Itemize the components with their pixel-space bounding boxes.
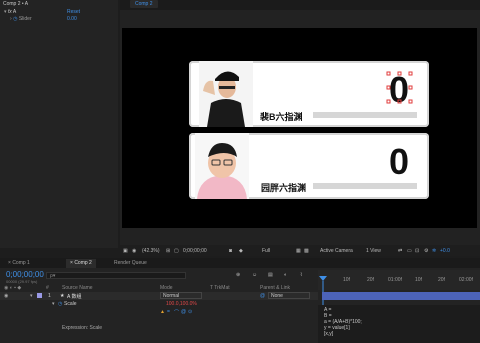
slider-label: Slider: [18, 16, 32, 22]
effect-controls-panel: Comp 2 • A ▾ fx A Reset › ◷ Slider 0.00: [0, 0, 118, 248]
av-features-icon: ◉ ◐ ▪ ◆: [4, 285, 22, 291]
effect-row[interactable]: ▾ fx A: [4, 9, 16, 16]
timeline-search-input[interactable]: ρ▾: [46, 272, 186, 279]
parent-select[interactable]: None: [268, 292, 310, 299]
card-1-name: 裴B六指渊: [260, 112, 303, 122]
exposure-icon[interactable]: ✲: [432, 247, 436, 255]
reset-link[interactable]: Reset: [67, 9, 80, 16]
resolution-select[interactable]: Full: [262, 247, 270, 255]
frame-blending-icon[interactable]: ▤: [268, 272, 273, 278]
chevron-down-icon[interactable]: ▾: [52, 301, 55, 307]
tab-comp-2[interactable]: Comp 2: [130, 0, 158, 8]
layer-name[interactable]: A 数组: [67, 293, 81, 300]
scale-value[interactable]: 100.0,100.0%: [166, 301, 197, 307]
region-icon[interactable]: ▦: [296, 247, 301, 255]
graph-editor-icon[interactable]: ⌇: [300, 272, 302, 278]
slider-value[interactable]: 0.00: [67, 16, 77, 23]
pickwhip-icon[interactable]: @: [260, 293, 265, 299]
current-time[interactable]: 0;00;00;00: [183, 247, 207, 255]
zoom-icon[interactable]: ◉: [132, 247, 136, 255]
shy-icon[interactable]: ☺: [252, 272, 257, 278]
mask-icon[interactable]: ▢: [174, 247, 179, 255]
color-swatch-icon[interactable]: ◆: [239, 247, 243, 255]
viewer-tab-bar: [120, 0, 480, 10]
slider-row[interactable]: › ◷ Slider: [10, 16, 32, 23]
chevron-down-icon[interactable]: ▾: [4, 9, 7, 15]
col-parent[interactable]: Parent & Link: [260, 285, 290, 291]
ruler-tick: 10f: [343, 277, 350, 283]
tab-comp-1[interactable]: × Comp 1: [4, 259, 34, 268]
chevron-right-icon[interactable]: ›: [10, 16, 12, 22]
ruler-tick: 10f: [415, 277, 422, 283]
view-layout-select[interactable]: 1 View: [366, 247, 381, 255]
layer-duration-bar[interactable]: [322, 292, 480, 300]
expression-menu-icon[interactable]: ⊙: [188, 309, 192, 315]
eye-icon[interactable]: ◉: [4, 293, 8, 299]
timeline-icon[interactable]: ⊡: [415, 247, 419, 255]
stopwatch-icon[interactable]: ◷: [13, 16, 17, 22]
timeline-current-time[interactable]: 0;00;00;00: [6, 270, 44, 279]
tab-comp-2-timeline[interactable]: × Comp 2: [66, 259, 96, 268]
ruler-tick: 01:00f: [388, 277, 402, 283]
draft-3d-icon[interactable]: ⊕: [236, 272, 240, 278]
exposure-value[interactable]: +0.0: [440, 247, 450, 255]
card-player-1: 裴B六指渊 0: [189, 61, 429, 127]
person-photo-1: [199, 61, 253, 127]
expression-enable-icon[interactable]: =: [167, 309, 170, 315]
card-2-value: 0: [389, 141, 410, 182]
fast-preview-icon[interactable]: ▭: [407, 247, 412, 255]
label-color-swatch[interactable]: [37, 293, 42, 298]
card-1-bar: [313, 112, 417, 118]
tab-comp-2-label: Comp 2: [74, 260, 92, 266]
person-photo-2: [195, 133, 249, 199]
col-mode[interactable]: Mode: [160, 285, 173, 291]
ruler-tick: 02:00f: [459, 277, 473, 283]
pickwhip-icon[interactable]: @: [181, 309, 186, 315]
effect-name: A: [12, 9, 17, 15]
stopwatch-icon[interactable]: ◷: [58, 301, 62, 307]
col-source-name[interactable]: Source Name: [62, 285, 93, 291]
expression-label: Expression: Scale: [62, 325, 103, 331]
graph-icon[interactable]: ⌒: [174, 309, 179, 316]
timeline-fps: 00000 (29.97 fps): [6, 279, 38, 284]
selection-handles[interactable]: [385, 70, 415, 106]
chevron-down-icon[interactable]: ▾: [30, 293, 33, 299]
text-layer-icon: ★: [60, 293, 65, 299]
card-player-2: 园胖六指渊 0: [189, 133, 429, 199]
tab-render-queue[interactable]: Render Queue: [110, 259, 151, 268]
camera-select[interactable]: Active Camera: [320, 247, 353, 255]
ruler-tick: 20f: [438, 277, 445, 283]
card-2-bar: [313, 183, 417, 189]
playhead[interactable]: [318, 276, 328, 306]
always-preview-icon[interactable]: ▣: [123, 247, 128, 255]
grid-icon[interactable]: ⊞: [166, 247, 170, 255]
col-trkmat[interactable]: T TrkMat: [210, 285, 230, 291]
layer-mode-select[interactable]: Normal: [160, 292, 202, 299]
card-2-name: 园胖六指渊: [261, 183, 307, 193]
flowchart-icon[interactable]: ⚙: [424, 247, 428, 255]
property-scale-label: Scale: [64, 301, 77, 307]
ruler-tick: 20f: [367, 277, 374, 283]
zoom-level[interactable]: (42.3%): [142, 247, 160, 255]
share-view-icon[interactable]: ⇄: [398, 247, 402, 255]
motion-blur-icon[interactable]: ◐: [284, 272, 287, 278]
layer-index: 1: [48, 293, 51, 299]
code-line: [x,y]: [324, 331, 334, 337]
fx-icon: fx: [7, 9, 12, 15]
warning-icon[interactable]: ▲: [160, 309, 165, 315]
label-icon: #: [46, 285, 49, 291]
effect-controls-breadcrumb: Comp 2 • A: [3, 1, 29, 7]
tab-comp-1-label: Comp 1: [12, 260, 30, 266]
camera-icon[interactable]: ◙: [229, 247, 232, 255]
transparency-grid-icon[interactable]: ▩: [304, 247, 309, 255]
